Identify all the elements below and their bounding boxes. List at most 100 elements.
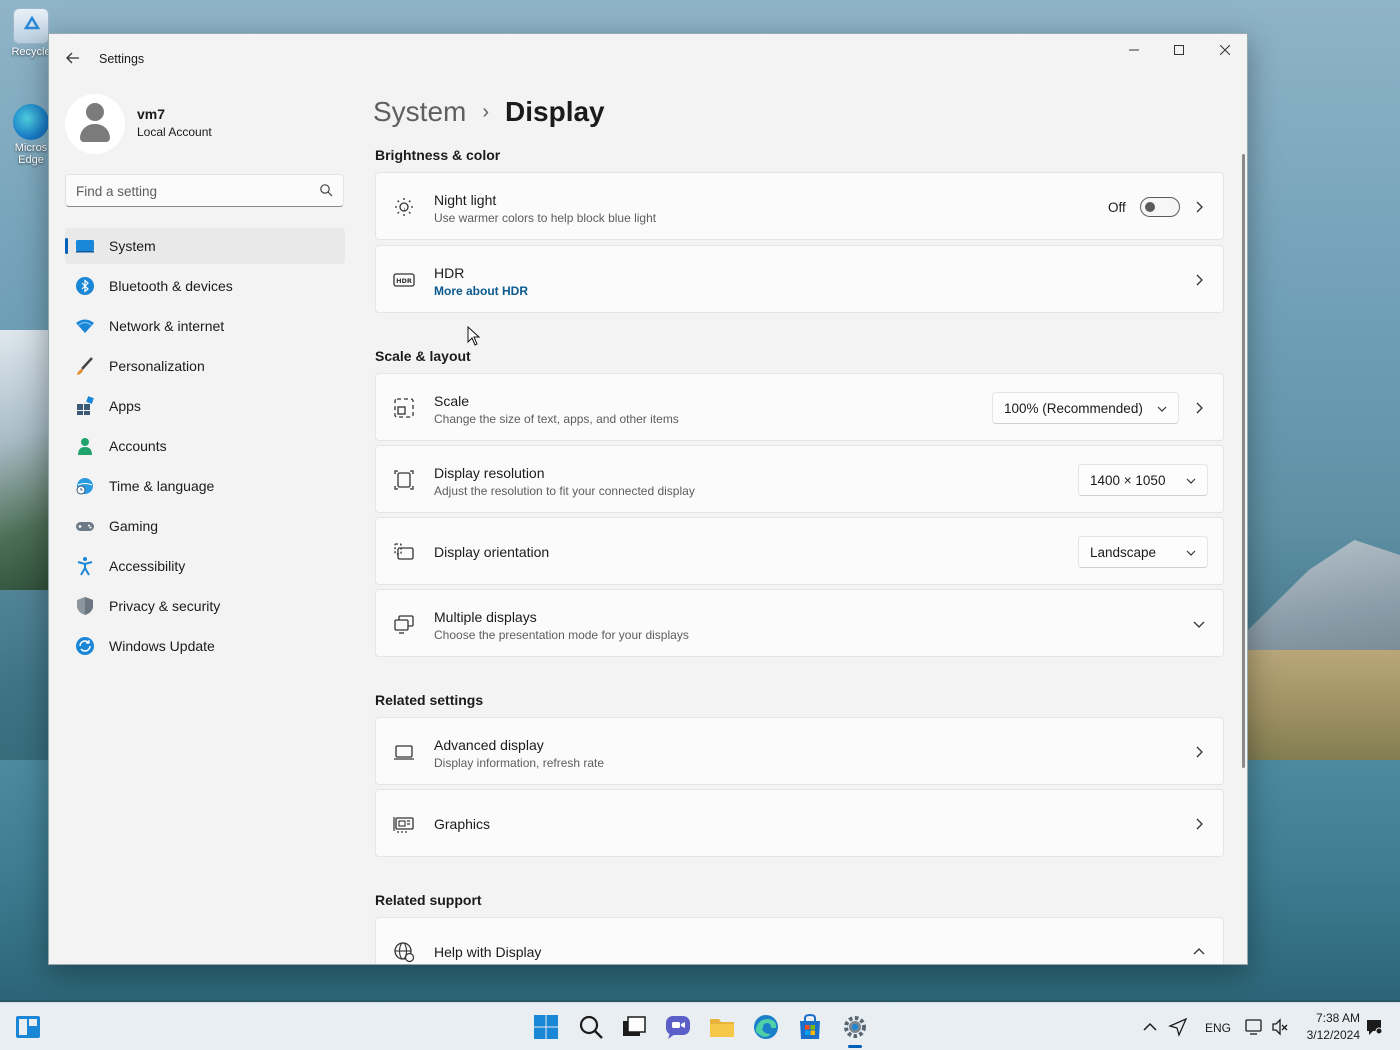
advanced-display-subtitle: Display information, refresh rate [434,756,605,770]
accessibility-icon [77,557,93,576]
chevron-up-icon[interactable] [1140,1017,1160,1037]
sidebar-item-accounts[interactable]: Accounts [65,428,345,464]
resolution-subtitle: Adjust the resolution to fit your connec… [434,484,695,498]
sidebar-item-label: Network & internet [109,318,225,334]
sidebar-item-time-language[interactable]: Time & language [65,468,345,504]
chevron-down-icon [1193,621,1205,628]
back-button[interactable] [61,46,85,70]
close-icon [1220,45,1230,55]
sidebar-item-label: System [109,238,156,254]
advanced-display-card[interactable]: Advanced display Display information, re… [375,717,1224,785]
sidebar-item-bluetooth[interactable]: Bluetooth & devices [65,268,345,304]
edge-icon[interactable] [752,1013,780,1041]
sidebar-item-label: Windows Update [109,638,215,654]
scrollbar[interactable] [1242,154,1245,768]
gamepad-icon [76,522,94,531]
resolution-dropdown[interactable]: 1400 × 1050 [1078,464,1208,496]
bluetooth-icon [76,277,94,295]
sidebar-item-privacy[interactable]: Privacy & security [65,588,345,624]
maximize-button[interactable] [1156,34,1202,66]
resolution-card[interactable]: Display resolution Adjust the resolution… [375,445,1224,513]
file-explorer-icon[interactable] [708,1013,736,1041]
scale-title: Scale [434,393,470,409]
hdr-title: HDR [434,265,465,281]
back-arrow-icon [66,52,79,64]
close-button[interactable] [1202,34,1247,66]
help-with-display-card[interactable]: Help with Display [375,917,1224,964]
user-profile[interactable]: vm7 Local Account [65,94,345,154]
search-icon [320,184,333,197]
graphics-card[interactable]: Graphics [375,789,1224,857]
sidebar-item-windows-update[interactable]: Windows Update [65,628,345,664]
help-with-display-title: Help with Display [434,944,542,960]
language-indicator[interactable]: ENG [1205,1021,1231,1035]
chevron-down-icon [1186,478,1196,484]
scale-dropdown[interactable]: 100% (Recommended) [992,392,1179,424]
notification-icon[interactable] [1364,1017,1384,1037]
sidebar-item-label: Accessibility [109,558,186,574]
task-view-icon[interactable] [620,1013,648,1041]
page-title: Display [505,96,605,127]
hdr-more-link[interactable]: More about HDR [434,284,528,298]
resolution-value: 1400 × 1050 [1090,473,1166,488]
search-input[interactable]: Find a setting [65,174,344,207]
night-light-state: Off [1108,200,1126,215]
chat-icon[interactable] [664,1013,692,1041]
sidebar-item-gaming[interactable]: Gaming [65,508,345,544]
sidebar-item-label: Accounts [109,438,167,454]
title-bar[interactable]: Settings [49,34,1247,82]
person-icon [78,438,92,455]
chevron-right-icon [1196,274,1203,286]
scale-subtitle: Change the size of text, apps, and other… [434,412,679,426]
night-light-toggle[interactable] [1140,197,1180,217]
night-light-subtitle: Use warmer colors to help block blue lig… [434,211,657,225]
account-type: Local Account [137,125,212,139]
minimize-button[interactable] [1111,34,1157,66]
sidebar-item-accessibility[interactable]: Accessibility [65,548,345,584]
orientation-dropdown[interactable]: Landscape [1078,536,1208,568]
sidebar-item-label: Personalization [109,358,205,374]
sidebar-item-network[interactable]: Network & internet [65,308,345,344]
store-icon[interactable] [796,1013,824,1041]
system-icon [76,240,94,253]
scale-card[interactable]: Scale Change the size of text, apps, and… [375,373,1224,441]
hdr-card[interactable]: HDR HDR More about HDR [375,245,1224,313]
desktop-icon-label: Recycle [11,46,51,58]
graphics-card-icon [393,817,414,833]
sidebar-item-personalization[interactable]: Personalization [65,348,345,384]
night-light-title: Night light [434,192,497,208]
globe-help-icon [394,942,415,963]
volume-muted-icon[interactable] [1270,1017,1290,1037]
sidebar-item-apps[interactable]: Apps [65,388,345,424]
hdr-icon: HDR [393,273,415,287]
chevron-right-icon [1196,402,1203,414]
window-title: Settings [99,52,145,66]
network-icon[interactable] [1244,1017,1264,1037]
brush-icon [77,357,93,375]
search-icon[interactable] [577,1013,605,1041]
location-icon[interactable] [1168,1017,1188,1037]
section-title-scale-layout: Scale & layout [375,348,471,364]
breadcrumb-parent[interactable]: System [373,96,466,128]
orientation-card[interactable]: Display orientation Landscape [375,517,1224,585]
start-icon[interactable] [532,1013,560,1041]
orientation-value: Landscape [1090,545,1157,560]
orientation-title: Display orientation [434,544,550,560]
multiple-displays-card[interactable]: Multiple displays Choose the presentatio… [375,589,1224,657]
user-name: vm7 [137,106,166,122]
sidebar-nav: System Bluetooth & devices Network & int… [65,228,345,668]
section-title-related-support: Related support [375,892,482,908]
minimize-icon [1129,49,1139,51]
monitor-icon [394,745,414,760]
svg-text:HDR: HDR [396,277,412,285]
sidebar-item-label: Privacy & security [109,598,221,614]
clock[interactable]: 7:38 AM 3/12/2024 [1300,1011,1360,1042]
avatar [65,94,125,154]
settings-icon[interactable] [841,1013,869,1041]
settings-window: Settings vm7 Local Account Find a settin… [48,33,1248,965]
chevron-up-icon [1193,948,1205,955]
widgets-icon[interactable] [14,1013,42,1041]
night-light-card[interactable]: Night light Use warmer colors to help bl… [375,172,1224,240]
sidebar-item-system[interactable]: System [65,228,345,264]
shield-icon [77,597,93,615]
